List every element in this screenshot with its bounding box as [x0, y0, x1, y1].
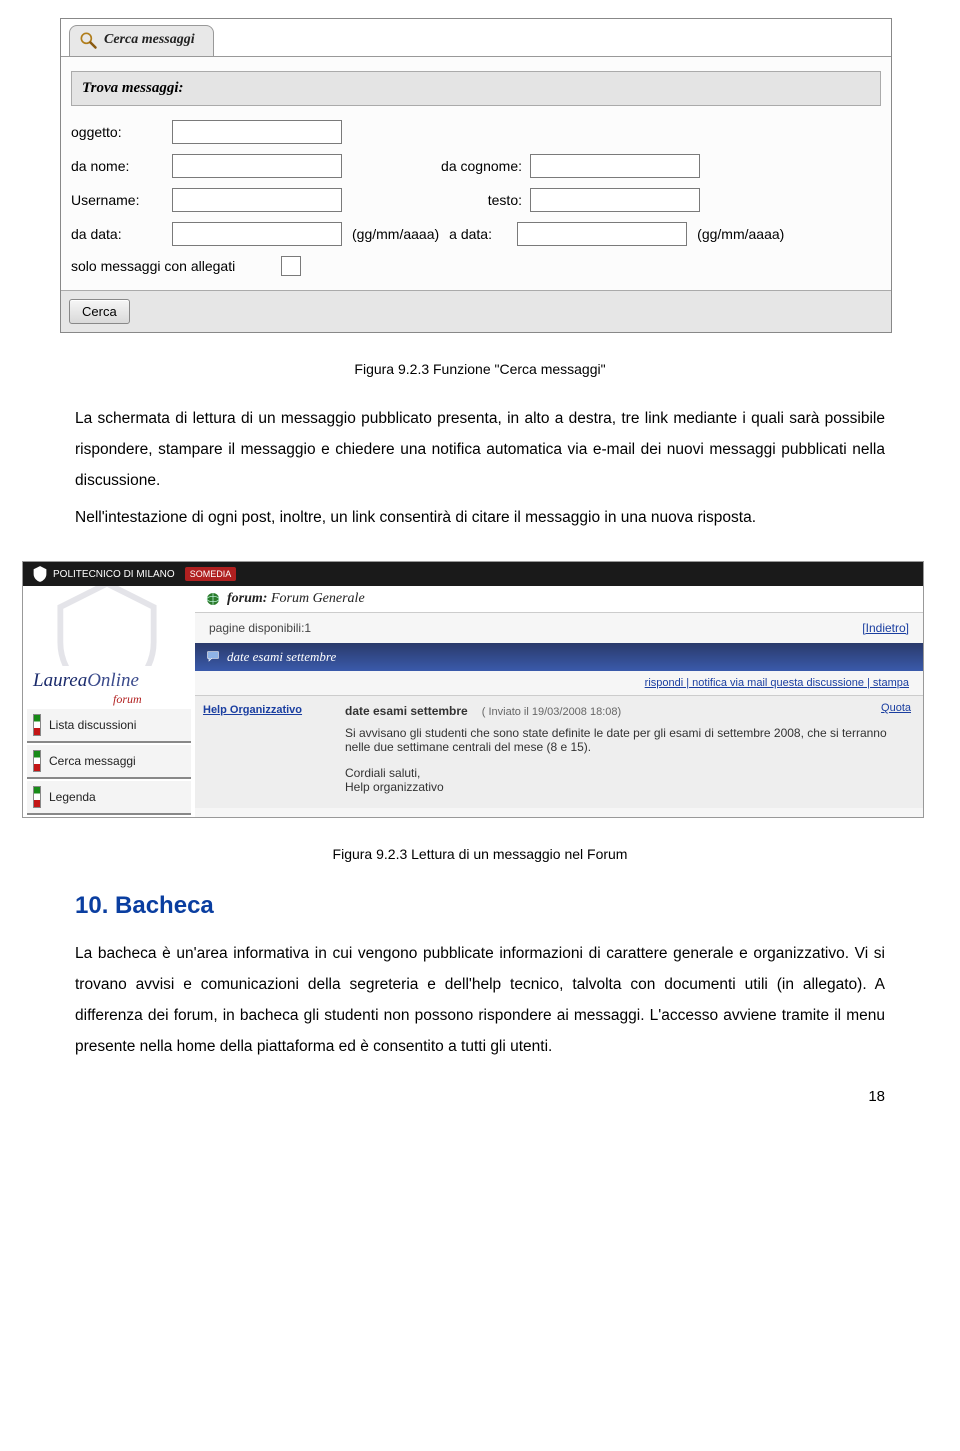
- search-form-screenshot: Cerca messaggi Trova messaggi: oggetto: …: [60, 18, 892, 333]
- tab-label: Cerca messaggi: [104, 32, 195, 48]
- cerca-button[interactable]: Cerca: [69, 299, 130, 324]
- figure-caption-1: Figura 9.2.3 Funzione "Cerca messaggi": [0, 361, 960, 377]
- input-username[interactable]: [172, 188, 342, 212]
- topbar-text: POLITECNICO DI MILANO: [53, 569, 175, 580]
- tab-cerca-messaggi[interactable]: Cerca messaggi: [69, 25, 214, 56]
- brand-main: Laurea: [33, 670, 87, 691]
- polimi-logo: POLITECNICO DI MILANO: [31, 565, 175, 583]
- section-10-body: La bacheca è un'area informativa in cui …: [75, 938, 885, 1062]
- paragraph-1: La schermata di lettura di un messaggio …: [75, 403, 885, 496]
- somedia-badge: SOMEDIA: [185, 567, 237, 581]
- label-da-nome: da nome:: [71, 158, 172, 174]
- sidebar-item-cerca-messaggi[interactable]: Cerca messaggi: [27, 745, 191, 779]
- label-a-data: a data:: [449, 226, 517, 242]
- paragraph-2: Nell'intestazione di ogni post, inoltre,…: [75, 502, 885, 533]
- post-body-2: Cordiali saluti,: [345, 766, 911, 780]
- chat-icon: [205, 649, 221, 665]
- forum-screenshot: POLITECNICO DI MILANO SOMEDIA LaureaOnli…: [22, 561, 924, 818]
- forum-header: forum: Forum Generale: [195, 586, 923, 613]
- sidebar-item-label: Legenda: [49, 790, 96, 804]
- input-a-data[interactable]: [517, 222, 687, 246]
- sidebar-item-lista-discussioni[interactable]: Lista discussioni: [27, 709, 191, 743]
- watermark-shield: [23, 586, 195, 666]
- flag-icon: [33, 714, 41, 736]
- forum-name: Forum Generale: [271, 591, 365, 607]
- globe-icon: [205, 591, 221, 607]
- back-link[interactable]: [Indietro]: [862, 621, 909, 635]
- forum-left-column: LaureaOnline forum Lista discussioni Cer…: [23, 586, 195, 817]
- checkbox-solo-allegati[interactable]: [281, 256, 301, 276]
- forum-right-column: forum: Forum Generale pagine disponibili…: [195, 586, 923, 817]
- flag-icon: [33, 786, 41, 808]
- input-da-nome[interactable]: [172, 154, 342, 178]
- thread-actions[interactable]: rispondi | notifica via mail questa disc…: [645, 677, 909, 689]
- pages-available: pagine disponibili:1: [209, 621, 311, 635]
- label-solo-allegati: solo messaggi con allegati: [71, 258, 281, 274]
- post-message: Quota date esami settembre ( Inviato il …: [341, 696, 923, 808]
- hint-date-2: (gg/mm/aaaa): [687, 226, 794, 242]
- thread-action-links: rispondi | notifica via mail questa disc…: [195, 671, 923, 695]
- hint-date-1: (gg/mm/aaaa): [342, 226, 449, 242]
- quota-link[interactable]: Quota: [881, 702, 911, 714]
- thread-title: date esami settembre: [227, 649, 336, 665]
- forum-label: forum:: [227, 591, 267, 607]
- sidebar-item-legenda[interactable]: Legenda: [27, 781, 191, 815]
- input-da-data[interactable]: [172, 222, 342, 246]
- flag-icon: [33, 750, 41, 772]
- input-da-cognome[interactable]: [530, 154, 700, 178]
- input-oggetto[interactable]: [172, 120, 342, 144]
- post-area: Help Organizzativo Quota date esami sett…: [195, 695, 923, 808]
- label-oggetto: oggetto:: [71, 124, 172, 140]
- post-body-1: Si avvisano gli studenti che sono state …: [345, 726, 911, 754]
- search-icon: [78, 30, 98, 50]
- thread-title-bar: date esami settembre: [195, 643, 923, 671]
- post-sent-meta: ( Inviato il 19/03/2008 18:08): [482, 706, 621, 718]
- search-form-area: Trova messaggi: oggetto: da nome: da cog…: [61, 56, 891, 290]
- figure-caption-2: Figura 9.2.3 Lettura di un messaggio nel…: [0, 846, 960, 862]
- page-number: 18: [0, 1088, 885, 1105]
- label-testo: testo:: [342, 192, 530, 208]
- sidebar-item-label: Lista discussioni: [49, 718, 136, 732]
- brand: LaureaOnline: [23, 666, 195, 692]
- brand-online: Online: [87, 670, 139, 691]
- label-username: Username:: [71, 192, 172, 208]
- post-author-link[interactable]: Help Organizzativo: [203, 704, 302, 716]
- post-body-3: Help organizzativo: [345, 780, 911, 794]
- input-testo[interactable]: [530, 188, 700, 212]
- tab-bar: Cerca messaggi: [61, 19, 891, 56]
- section-10-heading: 10. Bacheca: [75, 892, 960, 920]
- sidebar-item-label: Cerca messaggi: [49, 754, 136, 768]
- label-da-data: da data:: [71, 226, 172, 242]
- label-da-cognome: da cognome:: [342, 158, 530, 174]
- shield-icon: [31, 565, 49, 583]
- brand-sub: forum: [23, 692, 195, 707]
- pager-row: pagine disponibili:1 [Indietro]: [195, 613, 923, 643]
- search-button-bar: Cerca: [61, 290, 891, 332]
- form-heading: Trova messaggi:: [71, 71, 881, 106]
- forum-topbar: POLITECNICO DI MILANO SOMEDIA: [23, 562, 923, 586]
- post-subject: date esami settembre: [345, 704, 468, 718]
